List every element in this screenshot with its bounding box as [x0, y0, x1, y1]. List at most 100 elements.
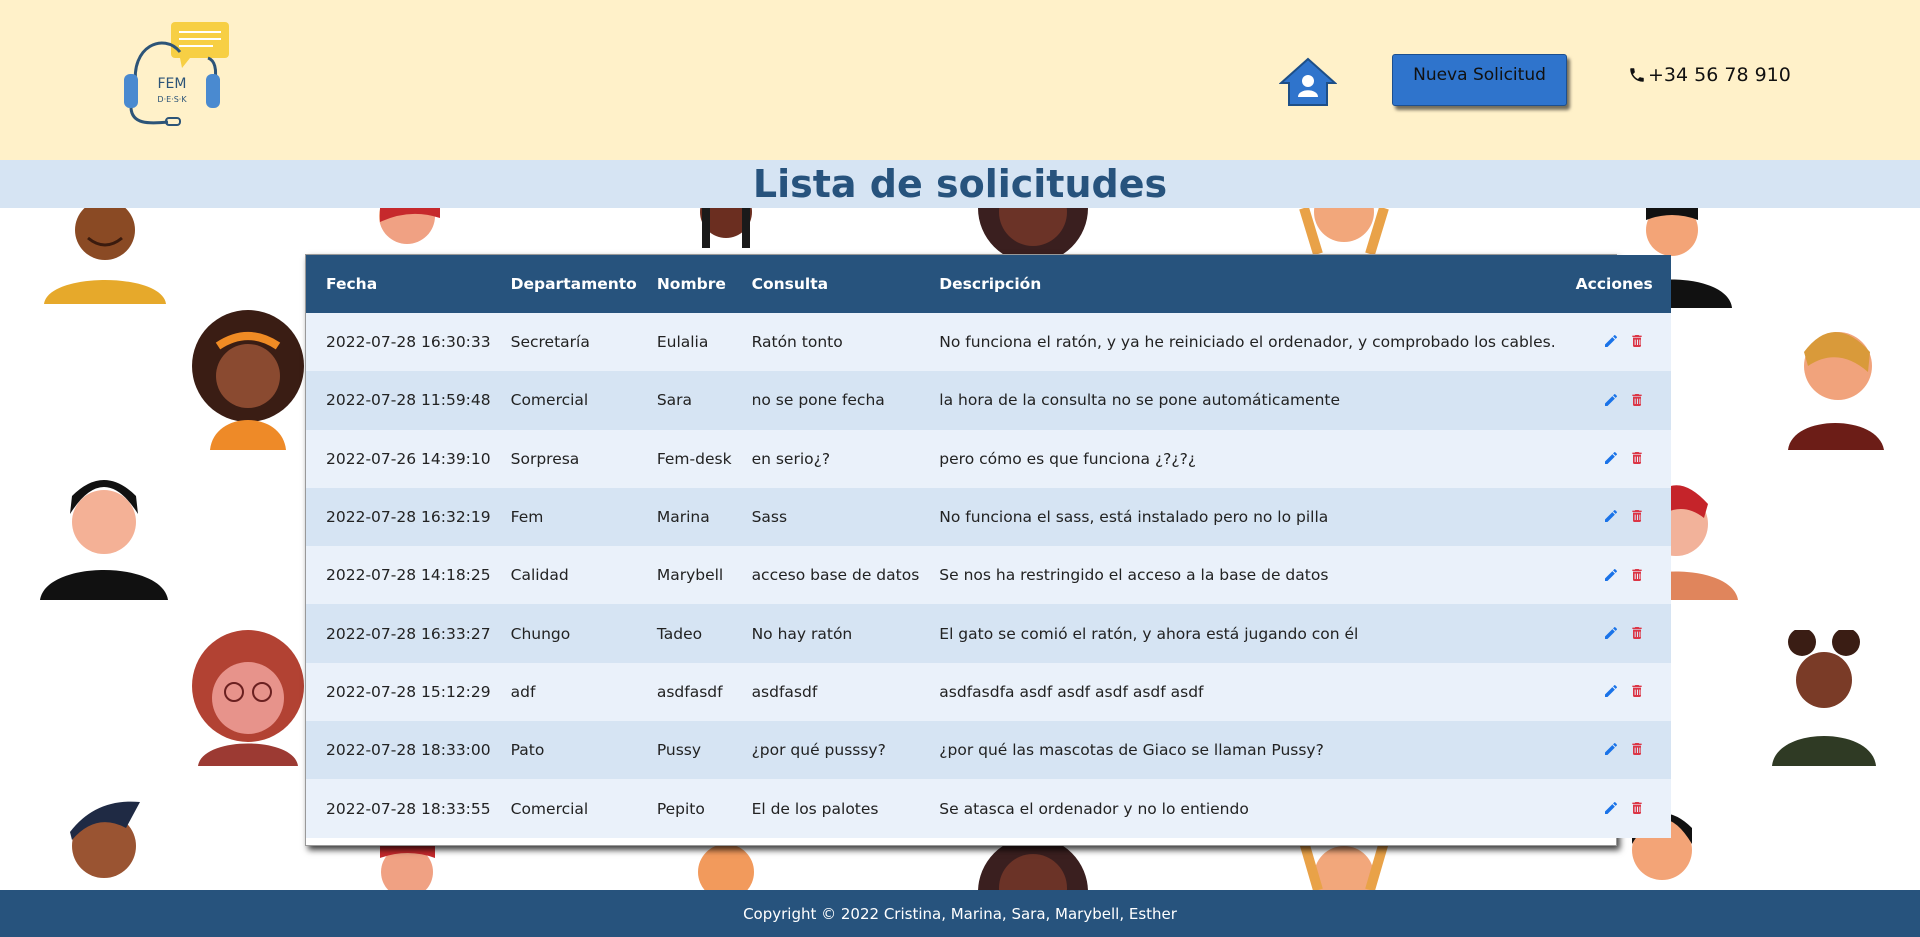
cell-consulta: no se pone fecha	[751, 391, 885, 410]
pencil-icon[interactable]	[1601, 508, 1619, 526]
column-header-consulta: Consulta	[751, 275, 829, 293]
column-header-departamento: Departamento	[510, 275, 637, 293]
cell-descripcion: pero cómo es que funciona ¿?¿?¿	[939, 449, 1197, 468]
cell-acciones	[1556, 721, 1671, 779]
cell-consulta: No hay ratón	[751, 624, 853, 643]
cell-descripcion: No funciona el ratón, y ya he reiniciado…	[939, 333, 1556, 352]
fem-desk-logo[interactable]: FEM D·E·S·K	[118, 20, 233, 128]
copyright-text: Copyright © 2022 Cristina, Marina, Sara,…	[743, 904, 1177, 923]
cell-descripcion: Se nos ha restringido el acceso a la bas…	[939, 566, 1329, 585]
requests-table-container: Fecha Departamento Nombre Consulta Descr…	[305, 254, 1671, 846]
table-row: 2022-07-26 14:39:10 Sorpresa Fem-desk en se…	[306, 429, 1671, 488]
avatar-illustration	[380, 842, 435, 890]
avatar-illustration	[978, 842, 1088, 890]
trash-icon[interactable]	[1627, 683, 1645, 701]
pencil-icon[interactable]	[1601, 800, 1619, 818]
table-row: 2022-07-28 16:32:19 Fem Marina Sass No funci…	[306, 487, 1671, 547]
avatar-illustration	[698, 844, 754, 890]
phone-number: +34 56 78 910	[1648, 64, 1791, 86]
cell-fecha: 2022-07-28 16:30:33	[326, 333, 491, 352]
cell-nombre: Fem-desk	[656, 449, 732, 468]
avatar-illustration	[1788, 332, 1884, 450]
cell-departamento: Chungo	[510, 624, 571, 643]
pencil-icon[interactable]	[1601, 683, 1619, 701]
column-header-fecha: Fecha	[326, 275, 378, 293]
site-header: FEM D·E·S·K Nueva Solicitud +34 56 78 91…	[0, 0, 1920, 160]
trash-icon[interactable]	[1627, 800, 1645, 818]
cell-fecha: 2022-07-28 18:33:55	[326, 799, 491, 818]
cell-departamento: Sorpresa	[510, 449, 580, 468]
table-row: 2022-07-28 16:33:27 Chungo Tadeo No hay rat…	[306, 604, 1671, 663]
column-header-nombre: Nombre	[656, 275, 726, 293]
avatar-illustration	[379, 208, 440, 244]
trash-icon[interactable]	[1627, 741, 1645, 759]
table-row: 2022-07-28 11:59:48 Comercial Sara no se po…	[306, 371, 1671, 430]
cell-acciones	[1556, 488, 1671, 546]
avatar-illustration	[978, 208, 1088, 254]
trash-icon[interactable]	[1627, 625, 1645, 643]
cell-descripcion: No funciona el sass, está instalado pero…	[939, 508, 1329, 527]
cell-consulta: El de los palotes	[751, 799, 879, 818]
cell-departamento: Secretaría	[510, 333, 590, 352]
avatar-illustration	[70, 801, 140, 878]
cell-nombre: Marybell	[656, 566, 724, 585]
pencil-icon[interactable]	[1601, 450, 1619, 468]
cell-nombre: asdfasdf	[656, 682, 723, 701]
cell-fecha: 2022-07-26 14:39:10	[326, 449, 491, 468]
cell-acciones	[1556, 313, 1671, 371]
cell-departamento: Calidad	[510, 566, 569, 585]
cell-acciones	[1556, 430, 1671, 488]
new-request-button[interactable]: Nueva Solicitud	[1392, 54, 1567, 106]
avatar-illustration	[44, 208, 166, 304]
phone-icon	[1630, 68, 1644, 82]
avatar-illustration	[1299, 842, 1389, 890]
cell-consulta: en serio¿?	[751, 449, 831, 468]
trash-icon[interactable]	[1627, 508, 1645, 526]
table-row: 2022-07-28 15:12:29 adf asdfasdf asdfasdf as…	[306, 662, 1671, 722]
column-header-acciones: Acciones	[1575, 275, 1653, 293]
title-band: Lista de solicitudes	[0, 160, 1920, 208]
cell-nombre: Pepito	[656, 799, 705, 818]
cell-fecha: 2022-07-28 15:12:29	[326, 682, 491, 701]
table-row: 2022-07-28 18:33:55 Comercial Pepito El de …	[306, 779, 1671, 838]
cell-departamento: Comercial	[510, 799, 589, 818]
trash-icon[interactable]	[1627, 567, 1645, 585]
table-row: 2022-07-28 14:18:25 Calidad Marybell acceso…	[306, 546, 1671, 605]
avatar-illustration	[1772, 630, 1876, 766]
avatar-illustration	[192, 630, 304, 766]
cell-acciones	[1556, 604, 1671, 662]
cell-consulta: Ratón tonto	[751, 333, 843, 352]
pencil-icon[interactable]	[1601, 741, 1619, 759]
cell-nombre: Sara	[656, 391, 693, 410]
cell-descripcion: la hora de la consulta no se pone automá…	[939, 391, 1341, 410]
page-title: Lista de solicitudes	[752, 162, 1168, 206]
cell-fecha: 2022-07-28 16:33:27	[326, 624, 491, 643]
cell-departamento: Comercial	[510, 391, 589, 410]
home-user-icon[interactable]	[1279, 55, 1337, 109]
phone-contact: +34 56 78 910	[1628, 64, 1791, 86]
cell-descripcion: ¿por qué las mascotas de Giaco se llaman…	[939, 741, 1324, 760]
cell-nombre: Marina	[656, 508, 710, 527]
trash-icon[interactable]	[1627, 450, 1645, 468]
cell-acciones	[1556, 371, 1671, 429]
avatar-illustration	[700, 208, 752, 248]
logo-text-fem: FEM	[158, 76, 187, 92]
cell-departamento: adf	[510, 682, 536, 701]
pencil-icon[interactable]	[1601, 625, 1619, 643]
pencil-icon[interactable]	[1601, 567, 1619, 585]
cell-acciones	[1556, 546, 1671, 604]
cell-consulta: asdfasdf	[751, 682, 818, 701]
cell-consulta: ¿por qué pusssy?	[751, 741, 886, 760]
cell-nombre: Pussy	[656, 741, 702, 760]
cell-nombre: Eulalia	[656, 333, 709, 352]
cell-acciones	[1556, 663, 1671, 721]
cell-acciones	[1556, 779, 1671, 837]
column-header-descripcion: Descripción	[939, 275, 1042, 293]
table-header-row: Fecha Departamento Nombre Consulta Descr…	[306, 255, 1671, 313]
pencil-icon[interactable]	[1601, 333, 1619, 351]
trash-icon[interactable]	[1627, 392, 1645, 410]
avatar-illustration	[40, 480, 168, 600]
logo-text-desk: D·E·S·K	[157, 95, 187, 104]
trash-icon[interactable]	[1627, 333, 1645, 351]
pencil-icon[interactable]	[1601, 392, 1619, 410]
